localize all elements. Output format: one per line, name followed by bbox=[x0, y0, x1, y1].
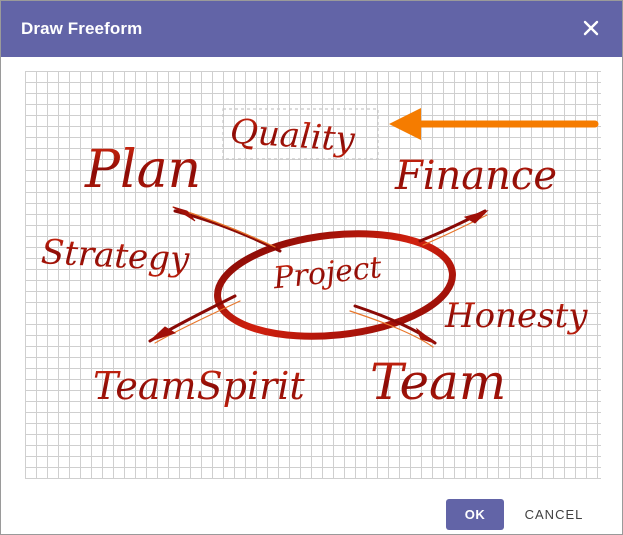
word-honesty: Honesty bbox=[444, 296, 588, 336]
mindmap-image: Project Quality Plan Finance Strategy Ho… bbox=[40, 108, 599, 411]
ok-button[interactable]: OK bbox=[446, 499, 504, 530]
cancel-button[interactable]: CANCEL bbox=[517, 499, 591, 530]
dialog-title: Draw Freeform bbox=[21, 19, 143, 38]
word-finance: Finance bbox=[394, 153, 557, 199]
dialog-footer: OK CANCEL bbox=[1, 479, 622, 534]
close-icon[interactable] bbox=[578, 15, 604, 41]
word-teamspirit: TeamSpirit bbox=[93, 364, 305, 408]
dialog-titlebar: Draw Freeform bbox=[1, 1, 622, 57]
annotation-arrow[interactable] bbox=[389, 108, 599, 140]
word-project: Project bbox=[271, 250, 384, 296]
word-team: Team bbox=[370, 353, 506, 411]
word-quality: Quality bbox=[229, 112, 357, 161]
draw-freeform-dialog: Draw Freeform Project Quality Plan Finan… bbox=[0, 0, 623, 535]
word-plan: Plan bbox=[84, 140, 201, 200]
freeform-drawing-canvas[interactable]: Project Quality Plan Finance Strategy Ho… bbox=[25, 71, 601, 479]
word-strategy: Strategy bbox=[40, 232, 191, 280]
